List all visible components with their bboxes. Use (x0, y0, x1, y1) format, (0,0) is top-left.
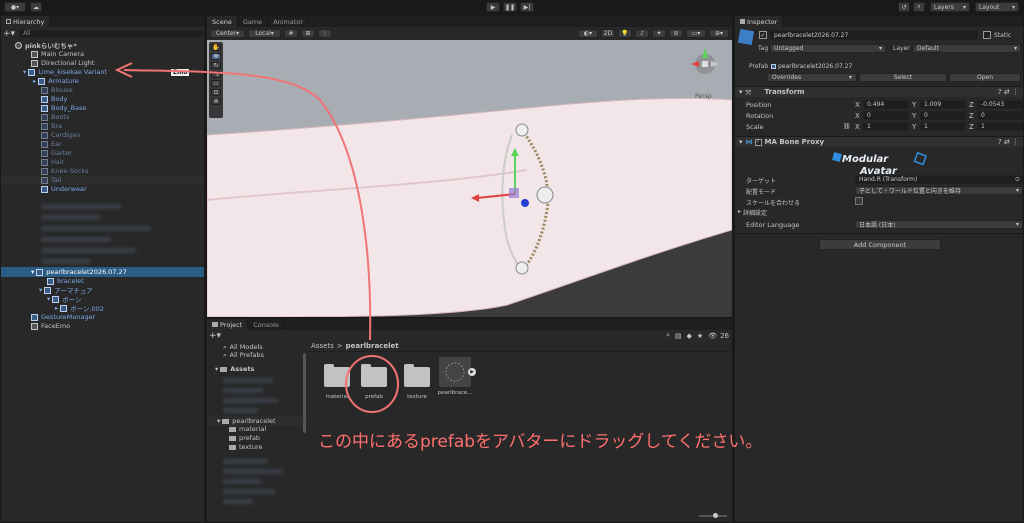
annotation-circle (345, 355, 399, 413)
annotation-arrow (123, 69, 372, 341)
annotation-caption: この中にあるprefabをアバターにドラッグしてください。 (318, 432, 763, 452)
